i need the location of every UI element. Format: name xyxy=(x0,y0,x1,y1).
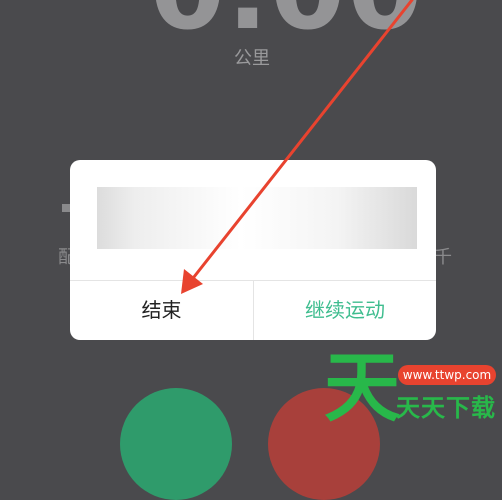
continue-workout-button[interactable]: 继续运动 xyxy=(254,281,436,340)
watermark-url: www.ttwp.com xyxy=(398,365,496,385)
watermark-logo: 天 xyxy=(324,343,400,432)
end-workout-dialog: 结束 继续运动 xyxy=(70,160,436,340)
end-workout-button[interactable]: 结束 xyxy=(70,281,253,340)
continue-circle-button[interactable] xyxy=(120,388,232,500)
distance-unit-label: 公里 xyxy=(234,48,270,69)
distance-value: 0.00 xyxy=(150,0,422,46)
dialog-image-placeholder xyxy=(97,187,417,249)
background-stat-fragment xyxy=(62,204,70,212)
watermark-site-name: 天天下载 xyxy=(396,394,496,422)
background-stat-label-right: 千 xyxy=(434,247,452,268)
